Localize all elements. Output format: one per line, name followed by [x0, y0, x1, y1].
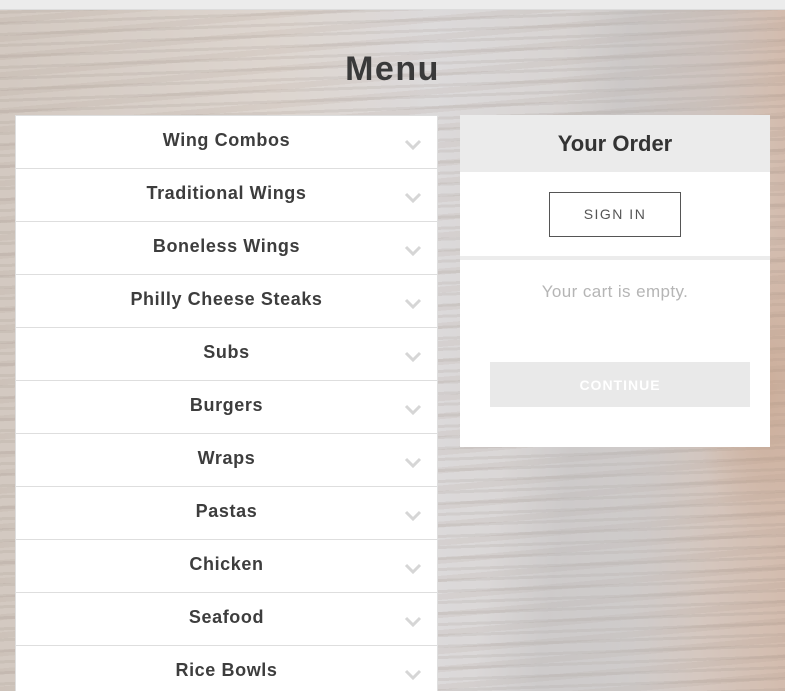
- chevron-down-icon[interactable]: [403, 509, 423, 523]
- continue-button[interactable]: CONTINUE: [490, 362, 750, 407]
- page-title: Menu: [345, 50, 440, 88]
- menu-category-item[interactable]: Philly Cheese Steaks: [16, 275, 437, 328]
- menu-category-label: Pastas: [195, 500, 258, 521]
- chevron-down-icon[interactable]: [403, 191, 423, 205]
- order-title: Your Order: [460, 115, 770, 172]
- chevron-down-icon[interactable]: [403, 244, 423, 258]
- order-panel: Your Order SIGN IN Your cart is empty. C…: [460, 115, 770, 447]
- sign-in-button[interactable]: SIGN IN: [549, 191, 681, 237]
- menu-category-label: Wraps: [197, 447, 256, 468]
- chevron-down-icon[interactable]: [403, 562, 423, 576]
- cart-empty-message: Your cart is empty.: [541, 282, 689, 301]
- menu-category-label: Chicken: [189, 553, 264, 574]
- menu-category-item[interactable]: Rice Bowls: [16, 646, 437, 691]
- menu-category-item[interactable]: Subs: [16, 328, 437, 381]
- menu-category-item[interactable]: Boneless Wings: [16, 222, 437, 275]
- menu-category-label: Rice Bowls: [175, 659, 278, 680]
- menu-category-item[interactable]: Seafood: [16, 593, 437, 646]
- chevron-down-icon[interactable]: [403, 138, 423, 152]
- chevron-down-icon[interactable]: [403, 297, 423, 311]
- chevron-down-icon[interactable]: [403, 403, 423, 417]
- menu-category-item[interactable]: Burgers: [16, 381, 437, 434]
- menu-category-item[interactable]: Chicken: [16, 540, 437, 593]
- menu-category-item[interactable]: Pastas: [16, 487, 437, 540]
- menu-category-label: Burgers: [189, 394, 264, 415]
- chevron-down-icon[interactable]: [403, 615, 423, 629]
- menu-category-item[interactable]: Traditional Wings: [16, 169, 437, 222]
- menu-category-list: Wing Combos Traditional Wings Boneless Win…: [15, 115, 438, 691]
- menu-category-label: Subs: [203, 341, 250, 362]
- menu-category-label: Seafood: [188, 606, 265, 627]
- menu-category-label: Boneless Wings: [152, 235, 301, 256]
- chevron-down-icon[interactable]: [403, 350, 423, 364]
- menu-category-label: Philly Cheese Steaks: [130, 288, 323, 309]
- menu-category-item[interactable]: Wraps: [16, 434, 437, 487]
- chevron-down-icon[interactable]: [403, 456, 423, 470]
- sign-in-section: SIGN IN: [460, 172, 770, 260]
- top-bar: [0, 0, 785, 10]
- menu-category-label: Wing Combos: [162, 129, 291, 150]
- menu-category-label: Traditional Wings: [146, 182, 307, 203]
- chevron-down-icon[interactable]: [403, 668, 423, 682]
- menu-category-item[interactable]: Wing Combos: [16, 116, 437, 169]
